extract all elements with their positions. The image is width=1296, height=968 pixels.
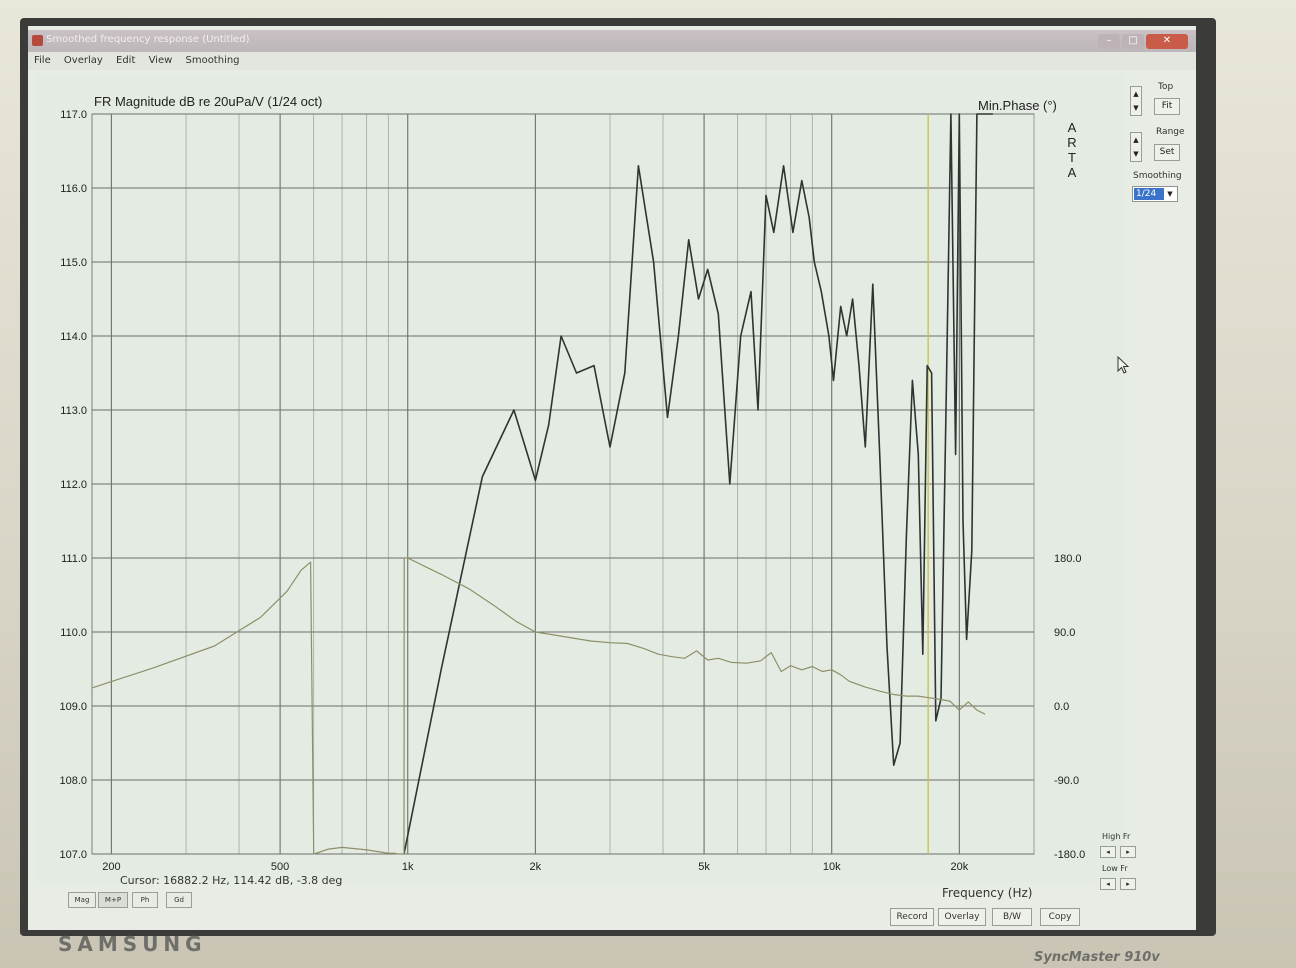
y2-tick-label: 90.0 xyxy=(1054,627,1075,639)
top-spinner[interactable]: ▲ ▼ xyxy=(1130,86,1142,116)
tab-phase[interactable]: Ph xyxy=(132,892,158,908)
y2-tick-label: 180.0 xyxy=(1054,553,1082,565)
smoothing-select[interactable]: 1/24 ▼ xyxy=(1132,186,1178,202)
x-tick-label: 5k xyxy=(698,861,710,873)
window-title: Smoothed frequency response (Untitled) xyxy=(46,34,250,45)
monitor-brand: SAMSUNG xyxy=(58,932,207,956)
low-fr-label: Low Fr xyxy=(1102,864,1128,873)
x-tick-label: 500 xyxy=(271,861,289,873)
copy-button[interactable]: Copy xyxy=(1040,908,1080,926)
y-tick-label: 110.0 xyxy=(60,627,87,639)
tab-mag[interactable]: Mag xyxy=(68,892,96,908)
x-tick-label: 10k xyxy=(823,861,841,873)
arta-letter: A xyxy=(1068,120,1077,135)
high-fr-label: High Fr xyxy=(1102,832,1131,841)
record-button[interactable]: Record xyxy=(890,908,934,926)
menu-view[interactable]: View xyxy=(149,52,173,66)
smoothing-value: 1/24 xyxy=(1134,188,1164,200)
y-tick-label: 113.0 xyxy=(60,405,87,417)
top-label: Top xyxy=(1158,82,1174,92)
arta-letter: R xyxy=(1067,135,1076,150)
tab-group-delay[interactable]: Gd xyxy=(166,892,192,908)
maximize-button[interactable]: □ xyxy=(1122,34,1144,49)
y-tick-label: 112.0 xyxy=(60,479,87,491)
arta-letter: A xyxy=(1068,165,1077,180)
arta-letter: T xyxy=(1068,150,1076,165)
smoothing-label: Smoothing xyxy=(1133,171,1182,181)
y2-tick-label: -180.0 xyxy=(1054,849,1085,861)
frequency-response-chart[interactable]: 107.0 108.0 109.0 110.0 111.0 112.0 113.0 114.0… xyxy=(36,74,1124,882)
y2-tick-label: 0.0 xyxy=(1054,701,1069,713)
y-tick-label: 115.0 xyxy=(60,257,87,269)
close-button[interactable]: ✕ xyxy=(1146,34,1188,49)
monitor-model: SyncMaster 910v xyxy=(1034,950,1160,965)
chevron-down-icon: ▼ xyxy=(1167,190,1173,198)
x-axis-label: Frequency (Hz) xyxy=(942,886,1033,900)
menu-bar: File Overlay Edit View Smoothing xyxy=(28,52,1196,70)
bw-button[interactable]: B/W xyxy=(992,908,1032,926)
phase-axis-title: Min.Phase (°) xyxy=(978,98,1057,113)
application-window: Smoothed frequency response (Untitled) –… xyxy=(28,26,1196,930)
menu-smoothing[interactable]: Smoothing xyxy=(185,52,239,66)
x-tick-label: 200 xyxy=(102,861,120,873)
y-tick-label: 111.0 xyxy=(61,553,87,565)
range-label: Range xyxy=(1156,127,1185,137)
tab-mag-phase[interactable]: M+P xyxy=(98,892,128,908)
cursor-readout: Cursor: 16882.2 Hz, 114.42 dB, -3.8 deg xyxy=(120,874,343,887)
mouse-pointer-icon xyxy=(1117,356,1130,374)
y-tick-label: 116.0 xyxy=(60,183,87,195)
title-bar: Smoothed frequency response (Untitled) –… xyxy=(28,30,1196,52)
plot-panel: 107.0 108.0 109.0 110.0 111.0 112.0 113.0 114.0… xyxy=(36,74,1124,882)
x-tick-label: 2k xyxy=(530,861,542,873)
arta-label: ARTA xyxy=(1067,120,1076,180)
fit-button[interactable]: Fit xyxy=(1154,98,1180,115)
x-tick-label: 20k xyxy=(950,861,968,873)
app-icon xyxy=(32,35,43,46)
y-tick-label: 108.0 xyxy=(59,775,87,787)
y-tick-label: 107.0 xyxy=(59,849,87,861)
menu-edit[interactable]: Edit xyxy=(116,52,135,66)
range-spinner[interactable]: ▲ ▼ xyxy=(1130,132,1142,162)
y-tick-label: 114.0 xyxy=(60,331,87,343)
menu-file[interactable]: File xyxy=(34,52,51,66)
high-fr-left-button[interactable]: ◂ xyxy=(1100,846,1116,858)
y-tick-label: 117.0 xyxy=(60,109,87,121)
x-tick-label: 1k xyxy=(402,861,414,873)
set-button[interactable]: Set xyxy=(1154,144,1180,161)
high-fr-right-button[interactable]: ▸ xyxy=(1120,846,1136,858)
chart-title: FR Magnitude dB re 20uPa/V (1/24 oct) xyxy=(94,94,322,109)
menu-overlay[interactable]: Overlay xyxy=(64,52,103,66)
minimize-button[interactable]: – xyxy=(1098,34,1120,49)
low-fr-left-button[interactable]: ◂ xyxy=(1100,878,1116,890)
overlay-button[interactable]: Overlay xyxy=(938,908,986,926)
y-tick-label: 109.0 xyxy=(59,701,87,713)
low-fr-right-button[interactable]: ▸ xyxy=(1120,878,1136,890)
y2-tick-label: -90.0 xyxy=(1054,775,1079,787)
